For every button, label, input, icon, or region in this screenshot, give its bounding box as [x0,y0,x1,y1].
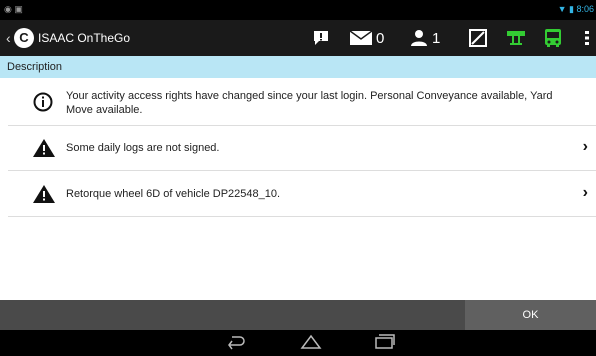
nav-recents-button[interactable] [374,333,396,356]
nav-home-button[interactable] [300,333,322,356]
nav-home-icon [300,334,322,349]
notification-list: Your activity access rights have changed… [0,78,596,300]
system-nav-bar [0,330,596,356]
overflow-menu-button[interactable] [585,27,589,49]
list-item[interactable]: Retorque wheel 6D of vehicle DP22548_10.… [8,171,596,217]
device-connection-icon [507,31,525,45]
status-time: 8:06 [576,4,594,14]
messages-button[interactable]: 0 [350,27,384,49]
user-icon [411,30,427,46]
messages-count: 0 [376,29,385,47]
ok-button[interactable]: OK [465,300,596,330]
warning-icon [33,185,55,208]
alert-icon [314,31,328,45]
screen: ◉ ▣ ▼ ▮ 8:06 ‹ C ISAAC OnTheGo 0 1 Descr… [0,0,596,356]
status-right: ▼ ▮ 8:06 [558,4,594,15]
info-icon [33,92,53,117]
list-item[interactable]: Your activity access rights have changed… [8,78,596,126]
list-item-text: Some daily logs are not signed. [66,142,220,154]
list-item[interactable]: Some daily logs are not signed. › [8,126,596,171]
signature-icon [469,29,487,47]
list-item-text: Retorque wheel 6D of vehicle DP22548_10. [66,188,281,200]
app-bar: ‹ C ISAAC OnTheGo 0 1 [0,20,596,56]
chevron-right-icon: › [582,138,588,155]
nav-back-icon [228,336,245,350]
wifi-icon: ▼ [557,4,567,14]
connection-button[interactable] [506,27,526,49]
back-caret-icon[interactable]: ‹ [6,30,11,46]
bus-icon [545,29,561,47]
users-button[interactable]: 1 [410,27,440,49]
battery-icon: ▮ [569,4,574,14]
list-item-text: Your activity access rights have changed… [66,90,553,116]
overflow-menu-icon [585,31,589,45]
vehicle-button[interactable] [543,27,563,49]
notification-icons: ◉ ▣ [4,4,23,14]
nav-back-button[interactable] [226,333,246,356]
nav-recents-icon [375,334,395,349]
chevron-right-icon: › [582,184,588,201]
sign-button[interactable] [469,27,487,49]
users-count: 1 [432,29,441,47]
app-title: ISAAC OnTheGo [38,31,131,45]
app-logo[interactable]: C [14,28,34,48]
status-bar: ◉ ▣ ▼ ▮ 8:06 [0,0,596,20]
mail-icon [350,30,372,45]
alert-button[interactable] [313,27,329,49]
warning-icon [33,139,55,162]
section-header: Description [0,56,596,78]
